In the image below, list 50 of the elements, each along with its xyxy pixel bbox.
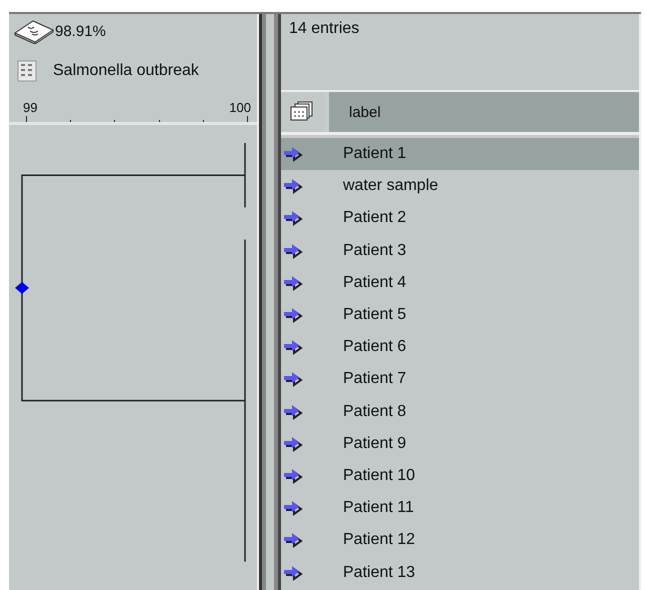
row-label: Patient 11 bbox=[343, 499, 414, 518]
row-label: Patient 3 bbox=[343, 242, 406, 260]
row-label: Patient 1 bbox=[343, 145, 406, 164]
table-row[interactable]: Patient 11 bbox=[281, 492, 639, 524]
arrow-icon bbox=[283, 532, 303, 548]
row-label: Patient 9 bbox=[343, 434, 406, 453]
row-label: Patient 2 bbox=[343, 209, 406, 228]
table-row[interactable]: Patient 6 bbox=[281, 331, 639, 364]
arrow-icon bbox=[283, 468, 303, 484]
row-label: Patient 8 bbox=[343, 402, 406, 421]
stack-icon bbox=[13, 18, 55, 44]
row-label: Patient 4 bbox=[343, 274, 406, 292]
table-row[interactable]: Patient 5 bbox=[281, 298, 639, 332]
arrow-icon bbox=[283, 146, 303, 162]
arrow-icon bbox=[283, 371, 303, 388]
table-row[interactable]: Patient 1 bbox=[281, 138, 639, 170]
table-row[interactable]: Patient 12 bbox=[281, 524, 639, 556]
document-icon bbox=[17, 60, 37, 82]
pane-splitter[interactable] bbox=[259, 14, 281, 590]
arrow-icon bbox=[283, 178, 303, 194]
row-label: Patient 13 bbox=[343, 564, 416, 582]
arrow-icon bbox=[283, 564, 303, 581]
arrow-icon bbox=[283, 339, 303, 356]
row-label: Patient 5 bbox=[343, 306, 406, 324]
table-row[interactable]: Patient 7 bbox=[281, 363, 639, 396]
table-row[interactable]: Patient 2 bbox=[281, 202, 639, 235]
arrow-icon bbox=[283, 404, 303, 420]
arrow-icon bbox=[283, 274, 303, 291]
table-row[interactable]: Patient 9 bbox=[281, 428, 639, 460]
row-label: Patient 7 bbox=[343, 370, 406, 388]
row-label: Patient 12 bbox=[343, 531, 416, 550]
arrow-icon bbox=[283, 500, 303, 516]
table-row[interactable]: Patient 10 bbox=[281, 460, 639, 492]
table-row[interactable]: Patient 3 bbox=[281, 234, 639, 267]
arrow-icon bbox=[283, 307, 303, 324]
experiment-name: Salmonella outbreak bbox=[53, 62, 199, 80]
arrow-icon bbox=[283, 242, 303, 259]
scale-label: 99 bbox=[23, 100, 38, 115]
arrow-icon bbox=[283, 210, 303, 226]
table-row[interactable]: water sample bbox=[281, 170, 639, 202]
entries-count: 14 entries bbox=[289, 20, 360, 37]
row-label: Patient 10 bbox=[343, 466, 416, 485]
similarity-value: 98.91% bbox=[55, 22, 106, 40]
arrow-icon bbox=[283, 436, 303, 452]
row-label: water sample bbox=[343, 177, 438, 196]
scale-label: 100 bbox=[229, 100, 251, 115]
table-row[interactable]: Patient 8 bbox=[281, 396, 639, 428]
table-row[interactable]: Patient 13 bbox=[281, 556, 639, 589]
row-label: Patient 6 bbox=[343, 338, 406, 356]
table-row[interactable]: Patient 4 bbox=[281, 266, 639, 299]
